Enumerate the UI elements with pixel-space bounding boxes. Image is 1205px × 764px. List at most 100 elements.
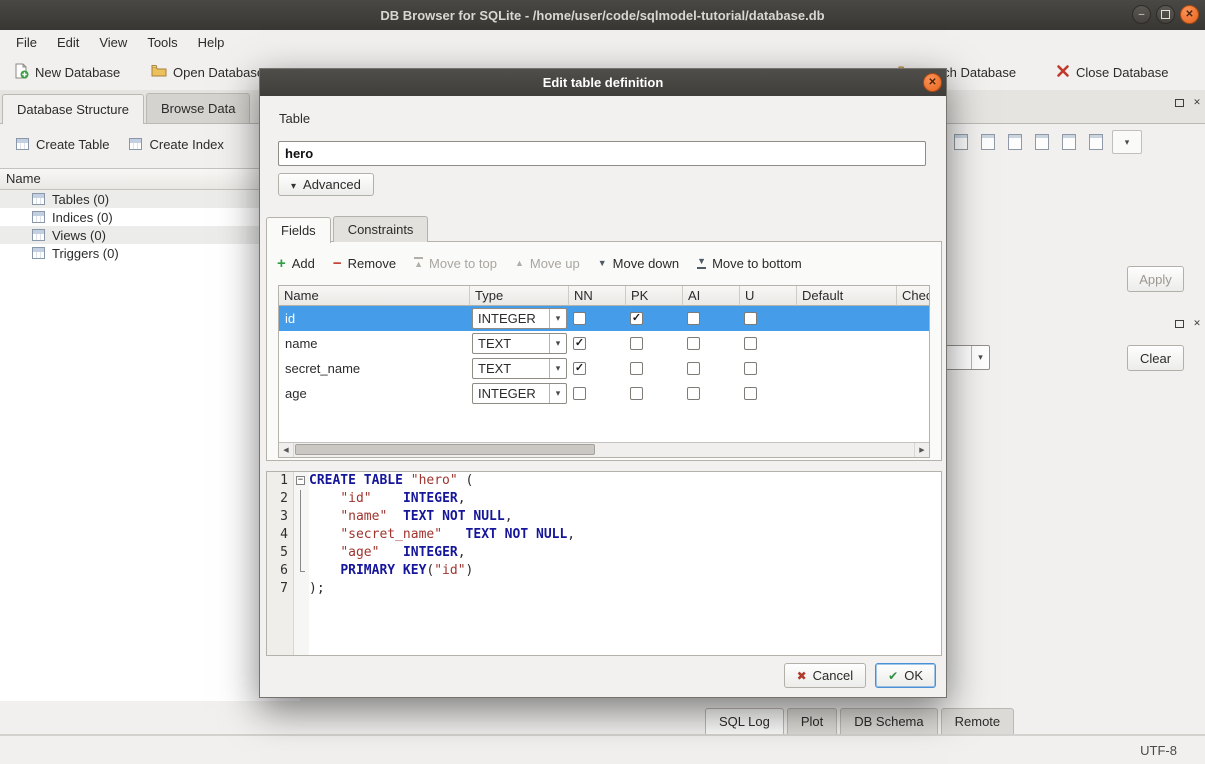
tab-browse-data[interactable]: Browse Data — [146, 93, 250, 123]
u-checkbox[interactable] — [744, 312, 757, 325]
field-name-cell[interactable]: name — [279, 331, 470, 356]
tab-fields[interactable]: Fields — [266, 217, 331, 243]
close-database-button[interactable]: Close Database — [1051, 59, 1174, 85]
menu-help[interactable]: Help — [188, 32, 235, 53]
tab-db-schema[interactable]: DB Schema — [840, 708, 937, 734]
titlebar[interactable]: DB Browser for SQLite - /home/user/code/… — [0, 0, 1205, 30]
field-check-cell[interactable] — [897, 381, 930, 406]
close-dock-icon[interactable] — [1190, 96, 1204, 109]
field-default-cell[interactable] — [797, 331, 897, 356]
menu-file[interactable]: File — [6, 32, 47, 53]
tab-database-structure[interactable]: Database Structure — [2, 94, 144, 124]
column-header-u[interactable]: U — [740, 286, 797, 306]
tab-sql-log[interactable]: SQL Log — [705, 708, 784, 734]
nn-checkbox[interactable] — [573, 387, 586, 400]
tree-item-triggers[interactable]: Triggers (0) — [0, 244, 300, 262]
u-checkbox[interactable] — [744, 337, 757, 350]
open-database-button[interactable]: Open Database — [146, 59, 269, 85]
type-combobox[interactable]: INTEGER▾ — [472, 308, 567, 329]
advanced-toggle[interactable]: Advanced — [278, 173, 374, 196]
close-icon[interactable] — [1180, 5, 1199, 24]
mini-toolbar-icon-1[interactable] — [950, 131, 972, 153]
field-name-cell[interactable]: id — [279, 306, 470, 331]
button-move-down[interactable]: ▼Move down — [598, 256, 679, 271]
collapse-icon[interactable]: − — [296, 476, 305, 485]
tree-item-tables[interactable]: Tables (0) — [0, 190, 300, 208]
pk-checkbox[interactable] — [630, 337, 643, 350]
field-name-cell[interactable]: age — [279, 381, 470, 406]
float-dock-icon[interactable] — [1172, 96, 1186, 109]
button-remove[interactable]: −Remove — [333, 256, 396, 271]
column-header-type[interactable]: Type — [470, 286, 569, 306]
float-dock-icon[interactable] — [1172, 317, 1186, 330]
column-header-default[interactable]: Default — [797, 286, 897, 306]
column-header-check[interactable]: Check — [897, 286, 930, 306]
ai-checkbox[interactable] — [687, 337, 700, 350]
table-name-input[interactable] — [278, 141, 926, 166]
button-move-to-bottom[interactable]: ▼Move to bottom — [697, 256, 802, 271]
column-header-nn[interactable]: NN — [569, 286, 626, 306]
field-row[interactable]: secret_nameTEXT▾ ✓ — [279, 356, 929, 381]
ai-checkbox[interactable] — [687, 387, 700, 400]
pk-checkbox[interactable]: ✓ — [630, 312, 643, 325]
tab-constraints[interactable]: Constraints — [333, 216, 429, 242]
tab-plot[interactable]: Plot — [787, 708, 837, 734]
minimize-icon[interactable] — [1132, 5, 1151, 24]
sql-preview[interactable]: 1−CREATE TABLE "hero" (2 "id" INTEGER,3 … — [266, 471, 942, 656]
scrollbar-thumb[interactable] — [295, 444, 595, 455]
encoding-indicator[interactable]: UTF-8 — [1140, 743, 1177, 758]
nn-checkbox[interactable]: ✓ — [573, 362, 586, 375]
field-default-cell[interactable] — [797, 356, 897, 381]
menu-tools[interactable]: Tools — [137, 32, 187, 53]
field-check-cell[interactable] — [897, 306, 930, 331]
scroll-left-icon[interactable] — [279, 443, 294, 457]
tab-remote[interactable]: Remote — [941, 708, 1015, 734]
nn-checkbox[interactable]: ✓ — [573, 337, 586, 350]
field-check-cell[interactable] — [897, 356, 930, 381]
menu-view[interactable]: View — [89, 32, 137, 53]
type-combobox[interactable]: TEXT▾ — [472, 333, 567, 354]
button-create-index[interactable]: Create Index — [129, 137, 223, 152]
tree-item-views[interactable]: Views (0) — [0, 226, 300, 244]
field-default-cell[interactable] — [797, 381, 897, 406]
mini-toolbar-icon-3[interactable] — [1004, 131, 1026, 153]
apply-button[interactable]: Apply — [1127, 266, 1184, 292]
mini-toolbar-icon-6[interactable] — [1085, 131, 1107, 153]
pk-checkbox[interactable] — [630, 362, 643, 375]
column-header-name[interactable]: Name — [279, 286, 470, 306]
field-row[interactable]: nameTEXT▾ ✓ — [279, 331, 929, 356]
nn-checkbox[interactable] — [573, 312, 586, 325]
ok-button[interactable]: OK — [875, 663, 936, 688]
field-check-cell[interactable] — [897, 331, 930, 356]
tree-column-header[interactable]: Name — [0, 169, 300, 190]
button-add[interactable]: +Add — [277, 256, 315, 271]
close-dock-icon[interactable] — [1190, 317, 1204, 330]
type-combobox[interactable]: TEXT▾ — [472, 358, 567, 379]
field-default-cell[interactable] — [797, 306, 897, 331]
cancel-button[interactable]: Cancel — [784, 663, 867, 688]
ai-checkbox[interactable] — [687, 362, 700, 375]
field-row[interactable]: idINTEGER▾ ✓ — [279, 306, 929, 331]
menu-edit[interactable]: Edit — [47, 32, 89, 53]
mini-toolbar-dropdown[interactable] — [1112, 130, 1142, 154]
mini-toolbar-icon-4[interactable] — [1031, 131, 1053, 153]
dialog-titlebar[interactable]: Edit table definition — [260, 69, 946, 96]
u-checkbox[interactable] — [744, 362, 757, 375]
column-header-pk[interactable]: PK — [626, 286, 683, 306]
dialog-close-icon[interactable] — [923, 73, 942, 92]
type-combobox[interactable]: INTEGER▾ — [472, 383, 567, 404]
scroll-right-icon[interactable] — [914, 443, 929, 457]
new-database-button[interactable]: New Database — [8, 59, 125, 85]
field-row[interactable]: ageINTEGER▾ — [279, 381, 929, 406]
field-name-cell[interactable]: secret_name — [279, 356, 470, 381]
button-create-table[interactable]: Create Table — [16, 137, 109, 152]
mini-toolbar-icon-2[interactable] — [977, 131, 999, 153]
ai-checkbox[interactable] — [687, 312, 700, 325]
maximize-icon[interactable] — [1156, 5, 1175, 24]
horizontal-scrollbar[interactable] — [279, 442, 929, 457]
mini-toolbar-icon-5[interactable] — [1058, 131, 1080, 153]
u-checkbox[interactable] — [744, 387, 757, 400]
pk-checkbox[interactable] — [630, 387, 643, 400]
tree-item-indices[interactable]: Indices (0) — [0, 208, 300, 226]
clear-button[interactable]: Clear — [1127, 345, 1184, 371]
